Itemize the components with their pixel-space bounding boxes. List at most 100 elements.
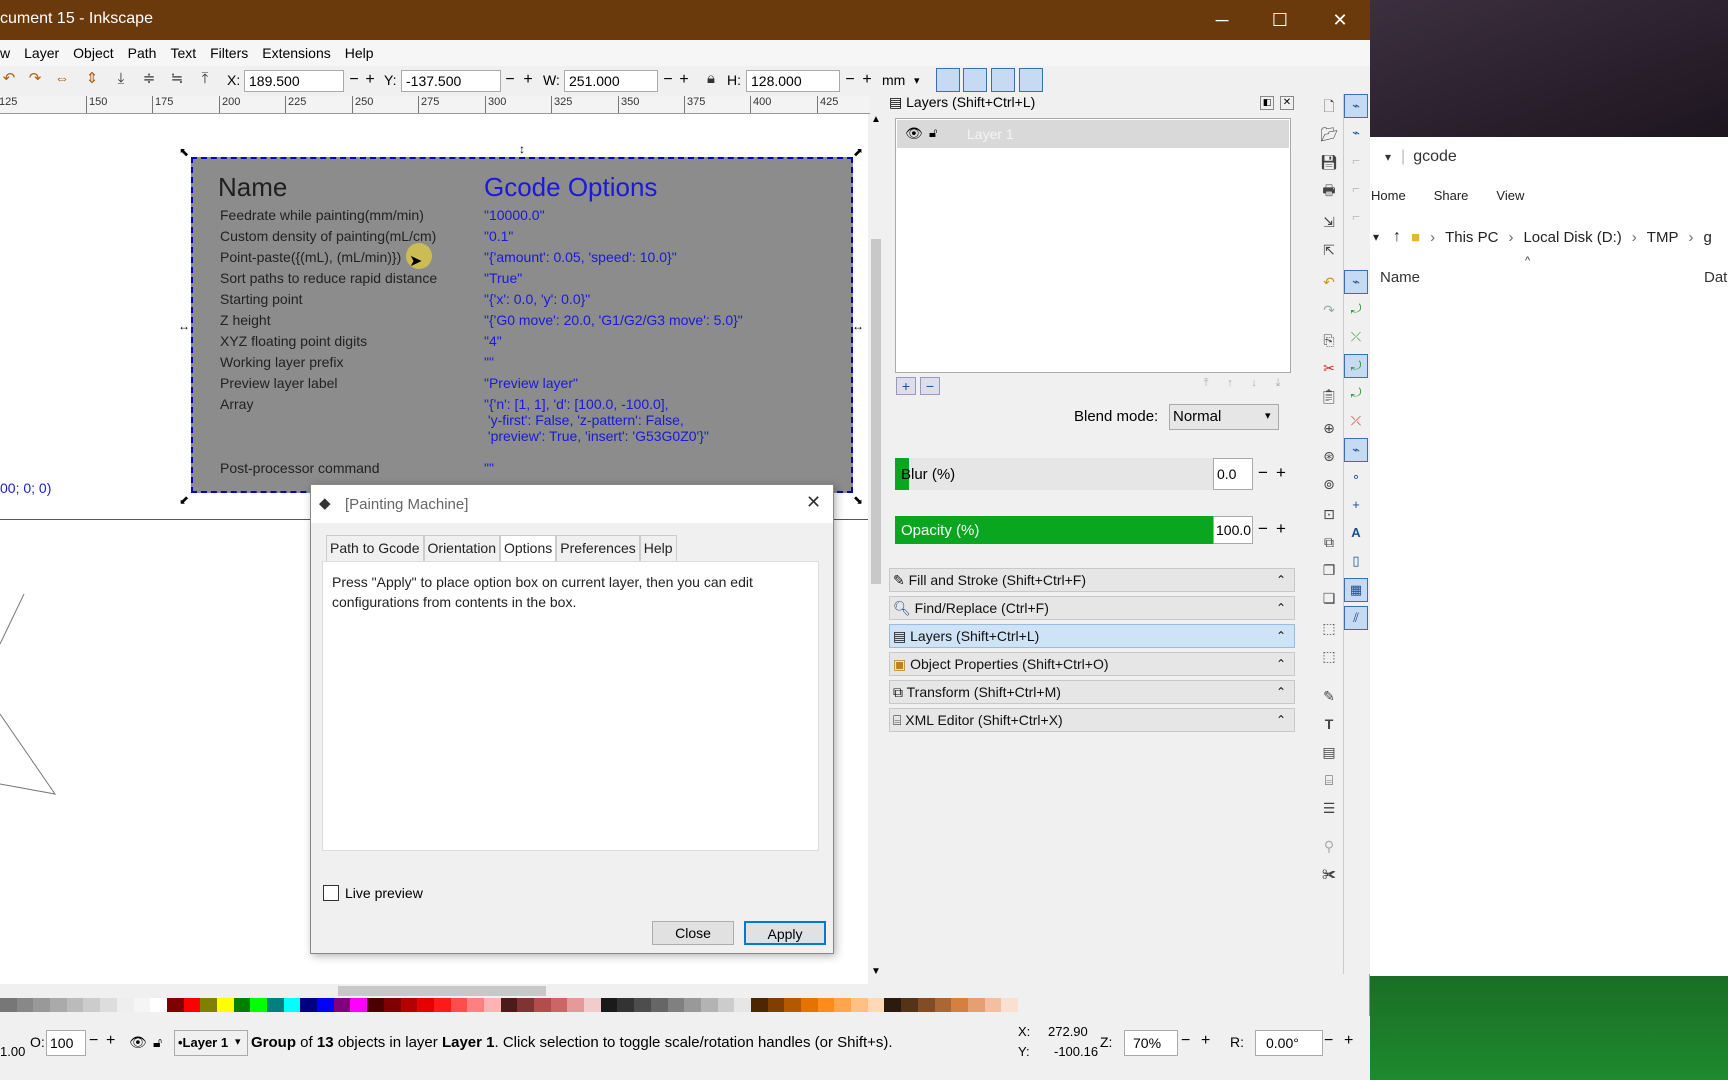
snap-grid-icon[interactable]: ▦ bbox=[1344, 578, 1368, 602]
duplicate-icon[interactable]: ⧉ bbox=[1319, 532, 1339, 552]
horizontal-scrollbar[interactable] bbox=[0, 984, 868, 998]
blur-slider[interactable]: Blur (%) bbox=[895, 458, 1213, 490]
y-decrement-button[interactable]: − bbox=[502, 70, 518, 92]
preferences-icon[interactable]: ✀ bbox=[1319, 864, 1339, 884]
menu-view[interactable]: w bbox=[0, 45, 17, 61]
clone-icon[interactable]: ❐ bbox=[1319, 560, 1339, 580]
chevron-up-icon[interactable]: ⌃ bbox=[1276, 569, 1286, 591]
status-opacity-decrement[interactable]: − bbox=[89, 1032, 98, 1050]
options-group[interactable]: Name Gcode Options Feedrate while painti… bbox=[191, 157, 853, 493]
snap-rotation-center-icon[interactable]: + bbox=[1344, 494, 1368, 518]
layer-chevron-icon[interactable]: ▾ bbox=[235, 1035, 241, 1048]
layer-down-icon[interactable]: ↓ bbox=[1244, 377, 1264, 395]
dock-find-replace[interactable]: 🔍︎ Find/Replace (Ctrl+F) ⌃ bbox=[889, 596, 1295, 620]
color-swatch[interactable] bbox=[100, 998, 117, 1012]
color-swatch[interactable] bbox=[133, 998, 151, 1012]
undo-icon[interactable]: ↶ bbox=[1319, 272, 1339, 292]
dock-object-properties[interactable]: ▣ Object Properties (Shift+Ctrl+O) ⌃ bbox=[889, 652, 1295, 676]
layer-row[interactable]: 👁︎ 🔓︎ Layer 1 bbox=[897, 120, 1289, 148]
panel-close-icon[interactable]: ✕ bbox=[1280, 96, 1294, 110]
chevron-up-icon[interactable]: ⌃ bbox=[1276, 625, 1286, 647]
color-swatch[interactable] bbox=[917, 998, 935, 1012]
color-swatch[interactable] bbox=[517, 998, 534, 1012]
layer-visibility-icon[interactable]: 👁︎ bbox=[129, 1034, 147, 1051]
color-swatch[interactable] bbox=[216, 998, 234, 1012]
color-swatch[interactable] bbox=[433, 998, 451, 1012]
paste-icon[interactable]: 📋︎ bbox=[1319, 386, 1339, 406]
opacity-slider[interactable]: Opacity (%) bbox=[895, 516, 1213, 544]
color-swatch[interactable] bbox=[317, 998, 334, 1012]
color-swatch[interactable] bbox=[483, 998, 501, 1012]
remove-layer-button[interactable]: − bbox=[920, 377, 940, 395]
panel-iconify-icon[interactable]: ◧ bbox=[1260, 96, 1274, 110]
zoom-drawing-icon[interactable]: ⊛ bbox=[1319, 446, 1339, 466]
chevron-up-icon[interactable]: ⌃ bbox=[1276, 597, 1286, 619]
color-swatch[interactable] bbox=[183, 998, 201, 1012]
layer-up-icon[interactable]: ↑ bbox=[1220, 377, 1240, 395]
menu-filters[interactable]: Filters bbox=[203, 45, 255, 61]
color-swatch[interactable] bbox=[250, 998, 267, 1012]
color-swatch[interactable] bbox=[350, 998, 368, 1012]
blur-value[interactable]: 0.0 bbox=[1213, 458, 1253, 490]
color-swatch[interactable] bbox=[383, 998, 401, 1012]
color-swatch[interactable] bbox=[834, 998, 852, 1012]
color-swatch[interactable] bbox=[333, 998, 351, 1012]
menu-object[interactable]: Object bbox=[66, 45, 120, 61]
dropdown-icon[interactable]: ▾ bbox=[1369, 150, 1401, 164]
menu-layer[interactable]: Layer bbox=[17, 45, 66, 61]
color-swatch[interactable] bbox=[867, 998, 885, 1012]
color-swatch[interactable] bbox=[200, 998, 217, 1012]
live-preview-label[interactable]: Live preview bbox=[345, 885, 423, 901]
dock-layers[interactable]: ▤ Layers (Shift+Ctrl+L) ⌃ bbox=[889, 624, 1295, 648]
open-icon[interactable]: 📂︎ bbox=[1319, 124, 1339, 144]
color-swatch[interactable] bbox=[467, 998, 484, 1012]
color-swatch[interactable] bbox=[367, 998, 384, 1012]
color-swatch[interactable] bbox=[16, 998, 34, 1012]
flip-horizontal-icon[interactable]: ⇔ bbox=[53, 70, 71, 88]
move-gradients-toggle[interactable] bbox=[991, 68, 1015, 92]
color-swatch[interactable] bbox=[500, 998, 518, 1012]
tab-options[interactable]: Options bbox=[500, 535, 557, 561]
h-increment-button[interactable]: + bbox=[859, 70, 875, 92]
scale-corners-toggle[interactable] bbox=[963, 68, 987, 92]
opacity-decrement-button[interactable]: − bbox=[1254, 516, 1272, 544]
color-swatch[interactable] bbox=[567, 998, 585, 1012]
snap-smooth-icon[interactable]: ⤾ bbox=[1344, 382, 1368, 406]
color-swatch[interactable] bbox=[617, 998, 635, 1012]
snap-guide-icon[interactable]: ⫽ bbox=[1344, 606, 1368, 630]
snap-toggle-icon[interactable]: ⌁ bbox=[1344, 94, 1368, 118]
add-layer-button[interactable]: + bbox=[896, 377, 916, 395]
color-swatch[interactable] bbox=[884, 998, 902, 1012]
snap-bbox-edge-icon[interactable]: ⌐ bbox=[1344, 150, 1368, 174]
zoom-in-button[interactable]: + bbox=[1201, 1032, 1210, 1050]
collapse-icon[interactable]: ▾ bbox=[1373, 230, 1379, 244]
lock-ratio-icon[interactable]: 🔒︎ bbox=[702, 70, 720, 88]
close-window-button[interactable]: ✕ bbox=[1311, 0, 1369, 40]
resize-handle[interactable]: ⬋ bbox=[178, 494, 190, 506]
snap-cusp-icon[interactable]: ⤾ bbox=[1344, 354, 1368, 378]
ribbon-tab-home[interactable]: Home bbox=[1371, 188, 1406, 203]
group-icon[interactable]: ⬚ bbox=[1319, 618, 1339, 638]
layer-lock-icon[interactable]: 🔓︎ bbox=[153, 1034, 162, 1051]
layer-bottom-icon[interactable]: ⤓ bbox=[1268, 377, 1288, 395]
scroll-up-icon[interactable]: ▲ bbox=[871, 114, 881, 125]
h-decrement-button[interactable]: − bbox=[842, 70, 858, 92]
scroll-down-icon[interactable]: ▼ bbox=[871, 966, 881, 977]
chevron-up-icon[interactable]: ⌃ bbox=[1276, 653, 1286, 675]
live-preview-checkbox[interactable] bbox=[323, 885, 339, 901]
breadcrumb[interactable]: ▾ ↑ ■ › This PC › Local Disk (D:) › TMP … bbox=[1369, 217, 1728, 257]
color-swatch[interactable] bbox=[400, 998, 418, 1012]
color-swatch[interactable] bbox=[684, 998, 701, 1012]
minimize-button[interactable]: ─ bbox=[1193, 0, 1251, 40]
rotate-decrement-button[interactable]: − bbox=[1324, 1032, 1333, 1050]
color-swatch[interactable] bbox=[934, 998, 952, 1012]
dock-transform[interactable]: ⧉ Transform (Shift+Ctrl+M) ⌃ bbox=[889, 680, 1295, 704]
new-document-icon[interactable]: 🗋︎ bbox=[1319, 96, 1339, 116]
rotate-ccw-icon[interactable]: ↶ bbox=[0, 70, 18, 88]
vertical-scrollbar[interactable]: ▲ ▼ bbox=[868, 114, 884, 984]
lower-to-bottom-icon[interactable]: ⤓ bbox=[112, 70, 130, 88]
color-swatch[interactable] bbox=[300, 998, 318, 1012]
menu-extensions[interactable]: Extensions bbox=[255, 45, 337, 61]
column-date[interactable]: Dat bbox=[1704, 269, 1727, 286]
color-swatch[interactable] bbox=[984, 998, 1002, 1012]
